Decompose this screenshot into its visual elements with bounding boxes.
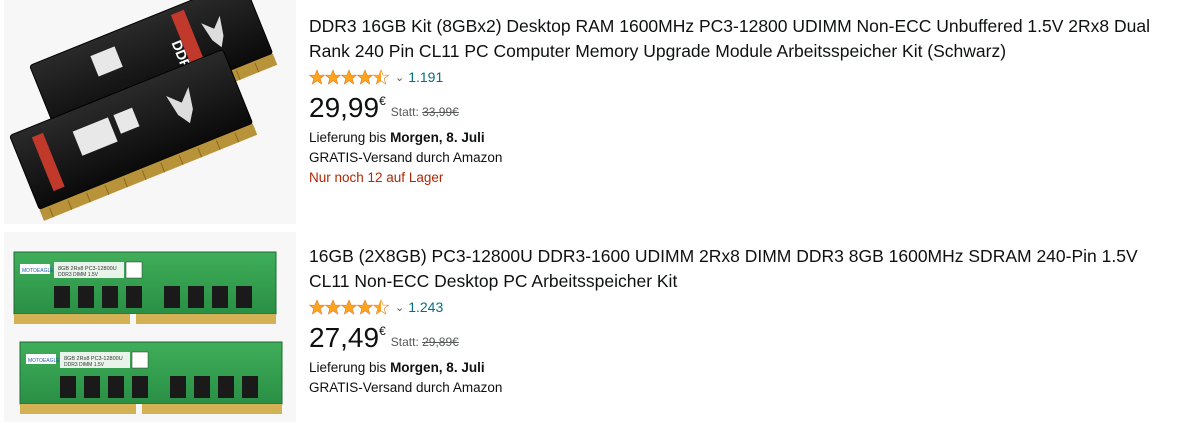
delivery-date: Morgen, 8. Juli — [390, 360, 485, 375]
delivery-info: Lieferung bis Morgen, 8. Juli — [309, 128, 1177, 148]
price-currency: € — [379, 324, 386, 338]
star-rating[interactable] — [309, 69, 391, 85]
delivery-date: Morgen, 8. Juli — [390, 130, 485, 145]
stock-info: Nur noch 12 auf Lager — [309, 170, 444, 185]
list-price: Statt: 29,89€ — [391, 335, 459, 349]
product-title[interactable]: 16GB (2X8GB) PC3-12800U DDR3-1600 UDIMM … — [309, 244, 1177, 294]
star-icon — [309, 69, 390, 85]
rating-row: ⌄ 1.243 — [309, 296, 1177, 318]
price-row: 27,49 € Statt: 29,89€ — [309, 322, 1177, 358]
price-row: 29,99 € Statt: 33,99€ — [309, 92, 1177, 128]
chevron-down-icon[interactable]: ⌄ — [395, 71, 404, 84]
rating-count[interactable]: 1.191 — [408, 69, 443, 85]
svg-text:DDR3 DIMM 1.5V: DDR3 DIMM 1.5V — [58, 272, 99, 278]
delivery-info: Lieferung bis Morgen, 8. Juli — [309, 358, 1177, 378]
product-image[interactable]: DDR3 — [4, 0, 296, 224]
delivery-prefix: Lieferung bis — [309, 130, 391, 145]
shipping-info: GRATIS-Versand durch Amazon — [309, 380, 503, 395]
product-info: 16GB (2X8GB) PC3-12800U DDR3-1600 UDIMM … — [309, 244, 1177, 398]
star-rating[interactable] — [309, 299, 391, 315]
rating-count[interactable]: 1.243 — [408, 299, 443, 315]
green-ram-image: 8GB 2Rx8 PC3-12800U DDR3 DIMM 1.5V MOTOE… — [13, 251, 283, 414]
product-image[interactable]: 8GB 2Rx8 PC3-12800U DDR3 DIMM 1.5V MOTOE… — [4, 232, 296, 422]
product-card: 8GB 2Rx8 PC3-12800U DDR3 DIMM 1.5V MOTOE… — [0, 232, 1187, 422]
old-price: 33,99€ — [422, 105, 459, 119]
svg-text:MOTOEAGLE: MOTOEAGLE — [28, 358, 60, 364]
chevron-down-icon[interactable]: ⌄ — [395, 301, 404, 314]
price[interactable]: 27,49 — [309, 322, 379, 354]
price-currency: € — [379, 94, 386, 108]
delivery-prefix: Lieferung bis — [309, 360, 391, 375]
svg-text:DDR3 DIMM 1.5V: DDR3 DIMM 1.5V — [64, 362, 105, 368]
price[interactable]: 29,99 — [309, 92, 379, 124]
list-price: Statt: 33,99€ — [391, 105, 459, 119]
black-ram-image: DDR3 — [9, 0, 278, 221]
statt-label: Statt: — [390, 335, 419, 349]
statt-label: Statt: — [390, 105, 419, 119]
product-title[interactable]: DDR3 16GB Kit (8GBx2) Desktop RAM 1600MH… — [309, 14, 1177, 64]
star-icon — [309, 299, 390, 315]
shipping-info: GRATIS-Versand durch Amazon — [309, 150, 503, 165]
svg-text:MOTOEAGLE: MOTOEAGLE — [22, 268, 54, 274]
rating-row: ⌄ 1.191 — [309, 66, 1177, 88]
product-info: DDR3 16GB Kit (8GBx2) Desktop RAM 1600MH… — [309, 14, 1177, 188]
old-price: 29,89€ — [422, 335, 459, 349]
product-card: DDR3 DDR3 16GB Kit (8GBx2) Desktop RAM 1… — [0, 0, 1187, 226]
